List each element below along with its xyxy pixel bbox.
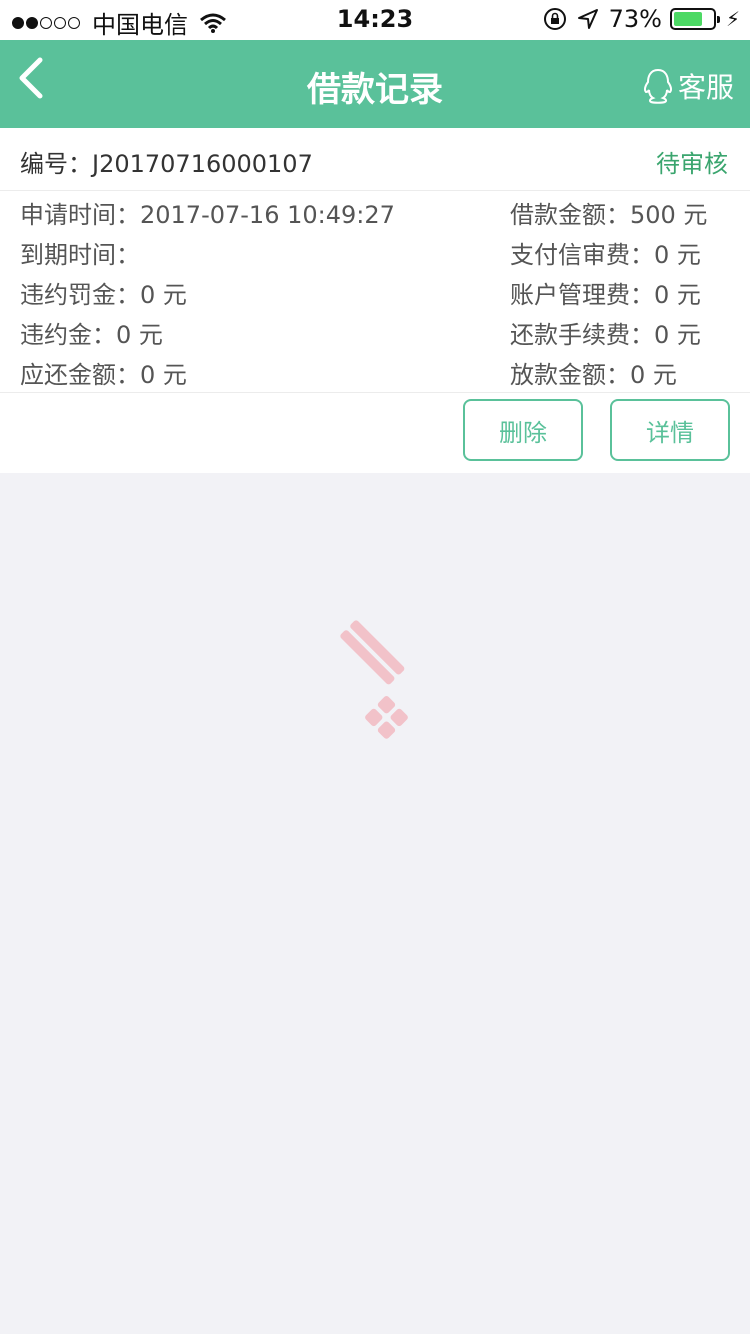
battery-icon [669, 8, 720, 30]
detail-button[interactable]: 详情 [610, 399, 730, 461]
late-penalty: 违约罚金：0 元 [20, 281, 187, 309]
rotation-lock-icon [543, 8, 566, 30]
customer-service-label: 客服 [677, 71, 734, 104]
record-details: 申请时间：2017-07-16 10:49:27 到期时间： 违约罚金：0 元 … [0, 191, 750, 393]
charging-icon: ⚡ [725, 7, 740, 31]
details-right-column: 借款金额：500 元 支付信审费：0 元 账户管理费：0 元 还款手续费：0 元… [510, 195, 707, 395]
qq-penguin-icon [643, 68, 673, 104]
delete-button[interactable]: 删除 [463, 399, 583, 461]
page-title: 借款记录 [307, 70, 443, 110]
battery-fill [673, 12, 702, 26]
breach-fee: 违约金：0 元 [20, 321, 163, 349]
apply-time: 申请时间：2017-07-16 10:49:27 [20, 201, 395, 229]
repayment-fee: 还款手续费：0 元 [510, 321, 701, 349]
credit-review-fee: 支付信审费：0 元 [510, 241, 701, 269]
watermark-logo-icon [340, 620, 408, 739]
nav-bar: 借款记录 客服 [0, 40, 750, 128]
amount-due: 应还金额：0 元 [20, 361, 187, 389]
disbursed-amount: 放款金额：0 元 [510, 361, 677, 389]
record-header: 编号：J20170716000107 待审核 [0, 128, 750, 191]
account-management-fee: 账户管理费：0 元 [510, 281, 701, 309]
status-badge: 待审核 [656, 150, 728, 178]
status-right: 73% ⚡ [543, 5, 740, 33]
record-actions: 删除 详情 [0, 393, 750, 473]
order-number: 编号：J20170716000107 [20, 150, 313, 178]
status-bar: 中国电信 14:23 73% ⚡ [0, 0, 750, 40]
loan-record-card: 编号：J20170716000107 待审核 申请时间：2017-07-16 1… [0, 128, 750, 473]
loan-amount: 借款金额：500 元 [510, 201, 708, 229]
due-time: 到期时间： [20, 241, 140, 269]
battery-percent: 73% [608, 5, 662, 33]
details-left-column: 申请时间：2017-07-16 10:49:27 到期时间： 违约罚金：0 元 … [20, 195, 395, 395]
location-icon [577, 9, 598, 29]
customer-service-button[interactable]: 客服 [642, 66, 734, 106]
